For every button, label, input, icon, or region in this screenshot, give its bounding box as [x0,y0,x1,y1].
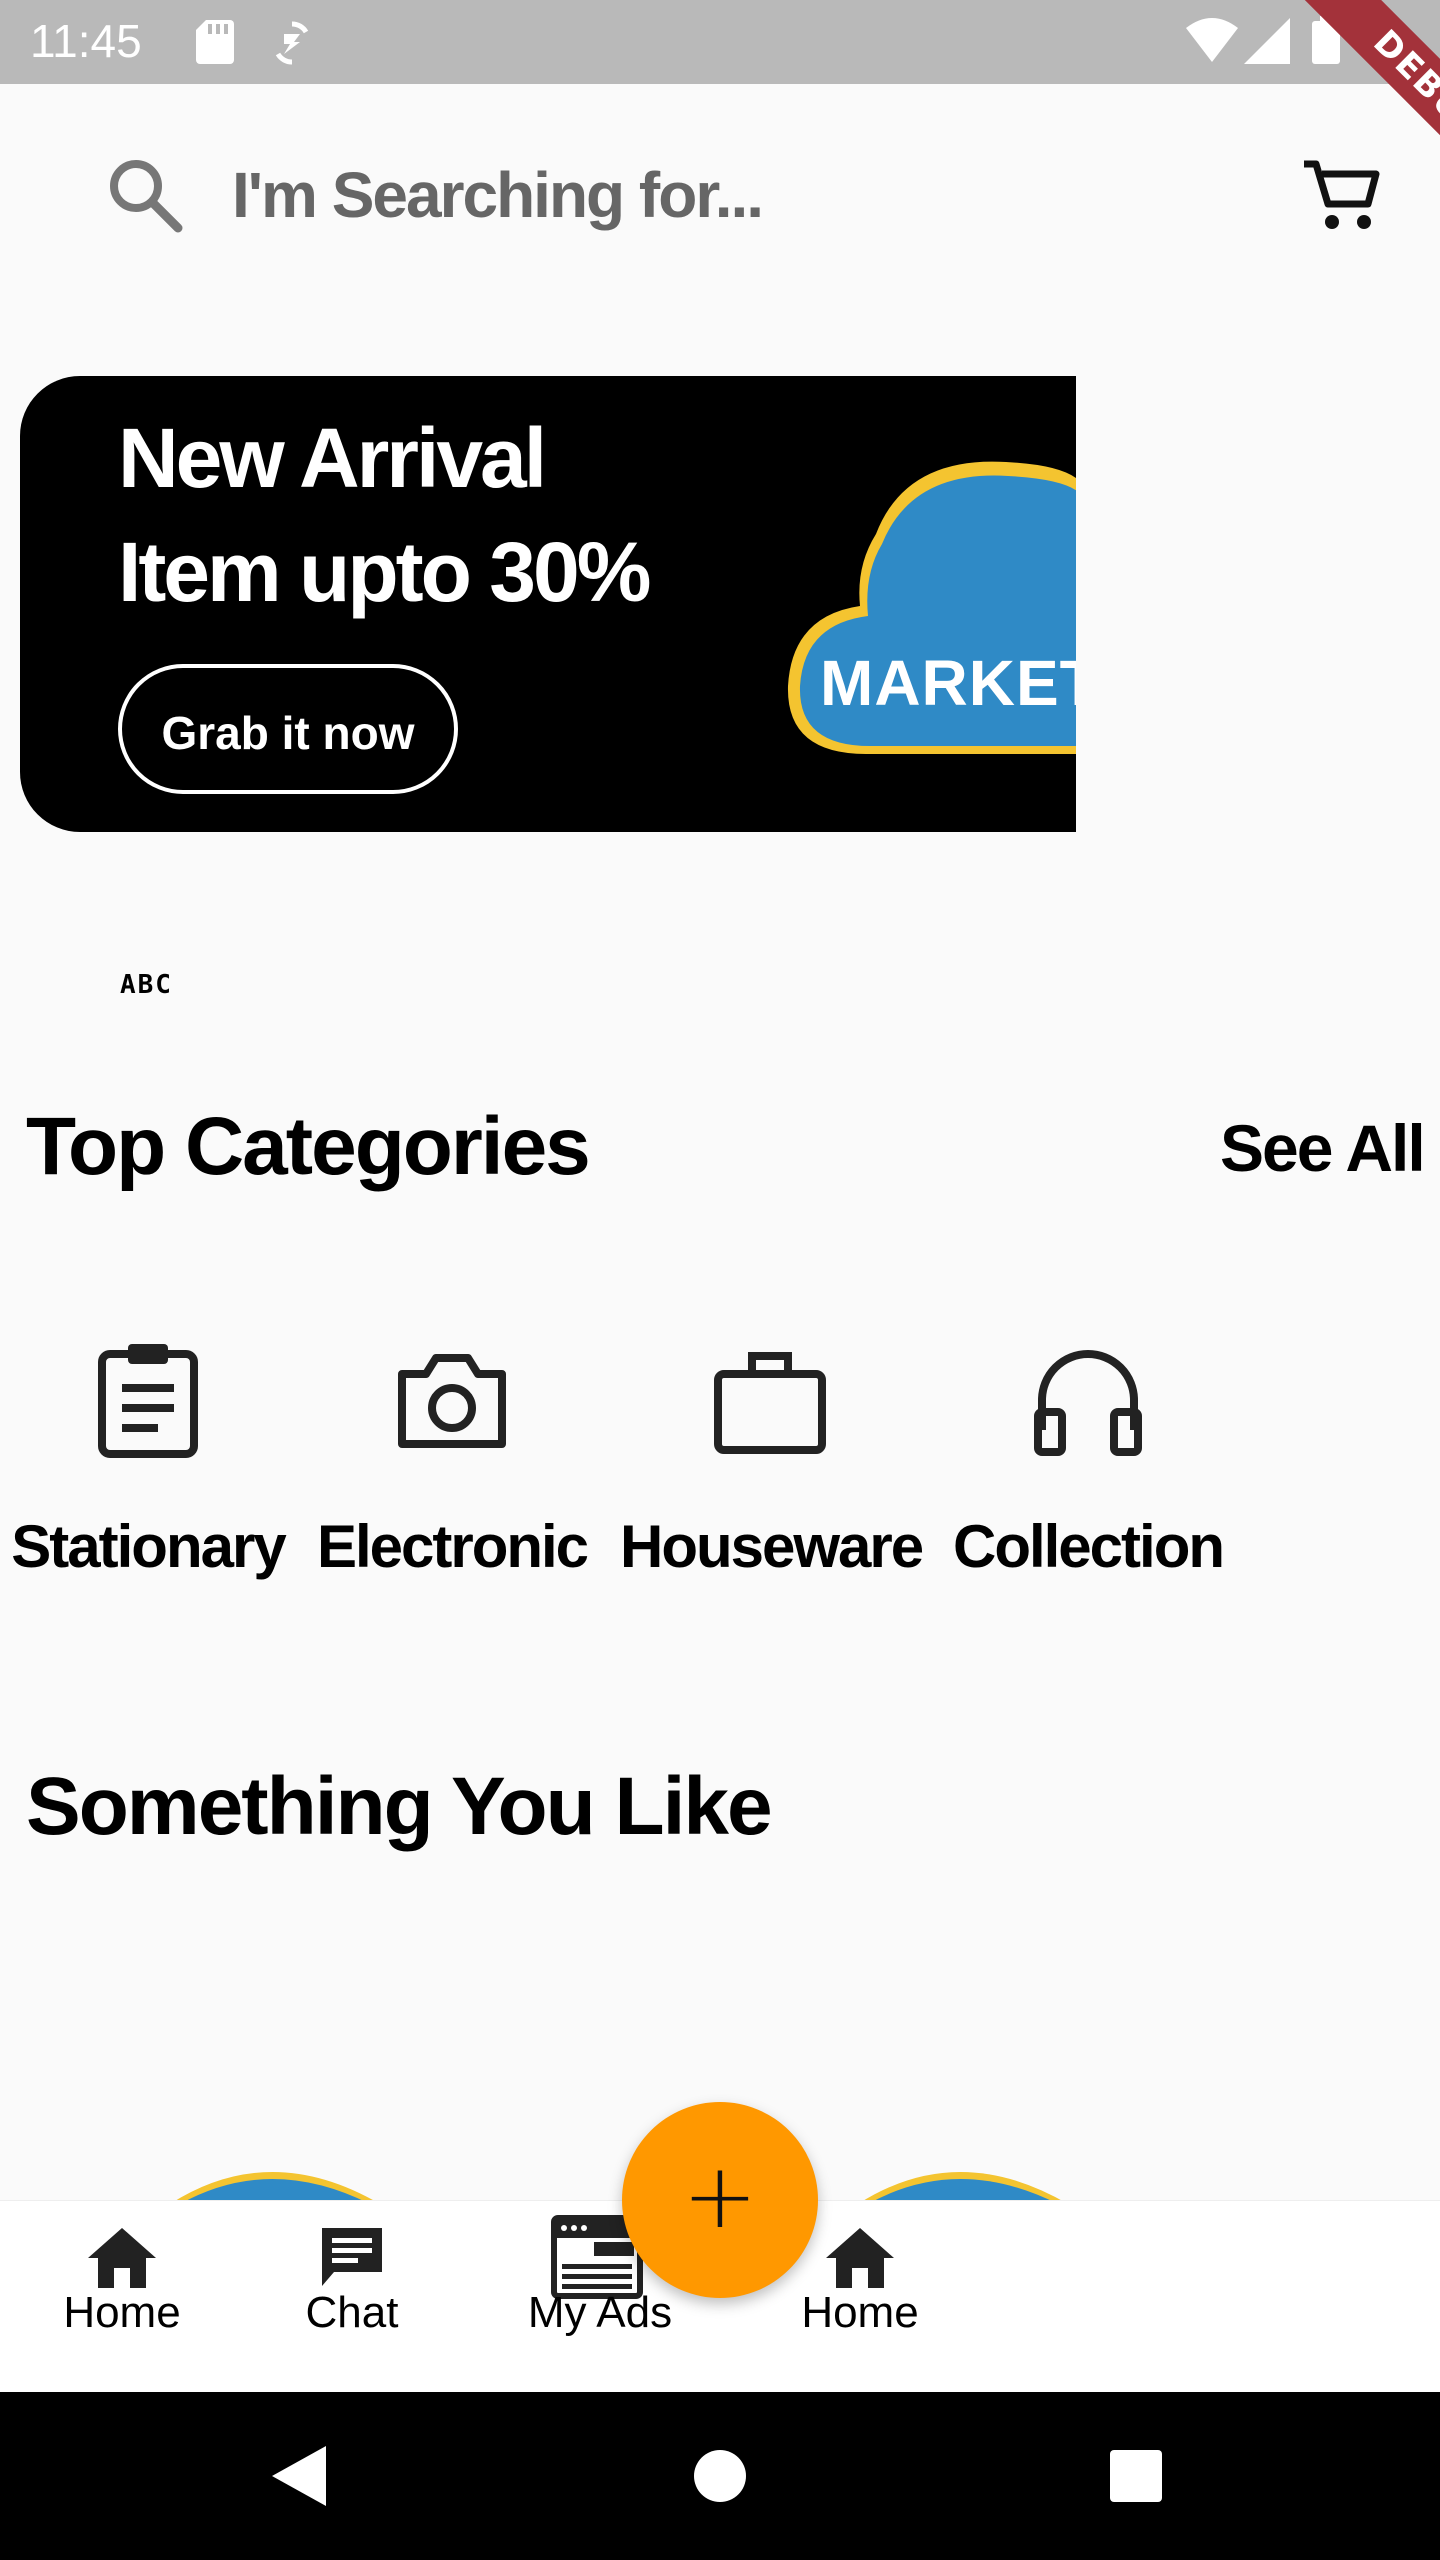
home-icon [826,2228,894,2288]
sd-card-icon [196,20,234,64]
nav-label-home: Home [63,2288,181,2337]
abc-label: ABC [120,970,173,1000]
home-icon [88,2228,156,2288]
product-image-2[interactable] [858,2164,1068,2204]
promo-line-2: Item upto 30% [118,525,651,619]
market-logo-text: MARKET [820,647,1076,719]
home-circle-icon[interactable] [692,2448,748,2504]
status-time: 11:45 [30,15,142,67]
promo-line-1: New Arrival [118,411,547,505]
camera-icon[interactable] [392,1340,512,1460]
headphones-icon[interactable] [1028,1340,1148,1460]
category-label-houseware[interactable]: Houseware [620,1512,924,1581]
promo-banner[interactable]: New Arrival Item upto 30% Grab it now MA… [20,376,1076,832]
recents-icon[interactable] [1108,2448,1164,2504]
add-fab-button[interactable]: + [622,2102,818,2298]
category-label-electronic[interactable]: Electronic [302,1512,602,1581]
signal-icon [1244,18,1290,64]
cart-icon[interactable] [1302,158,1380,232]
top-categories-title: Top Categories [26,1101,591,1192]
chat-icon [322,2228,382,2286]
category-label-stationary[interactable]: Stationary [0,1512,298,1581]
nav-item-home[interactable]: Home [22,2200,222,2392]
add-icon: + [682,2144,758,2249]
briefcase-icon[interactable] [710,1340,830,1460]
nav-item-chat[interactable]: Chat [252,2200,452,2392]
clipboard-icon[interactable] [88,1340,208,1460]
nav-label-chat: Chat [305,2288,399,2337]
search-input[interactable]: I'm Searching for... [232,158,764,232]
search-icon[interactable] [104,154,184,234]
sync-icon [275,21,309,65]
grab-it-now-button[interactable]: Grab it now [118,664,458,794]
category-label-collection[interactable]: Collection [938,1512,1238,1581]
see-all-link[interactable]: See All [1220,1110,1426,1186]
something-you-like-title: Something You Like [26,1761,773,1852]
product-image-1[interactable] [170,2164,380,2204]
wifi-icon [1186,18,1238,62]
back-icon[interactable] [270,2444,328,2508]
